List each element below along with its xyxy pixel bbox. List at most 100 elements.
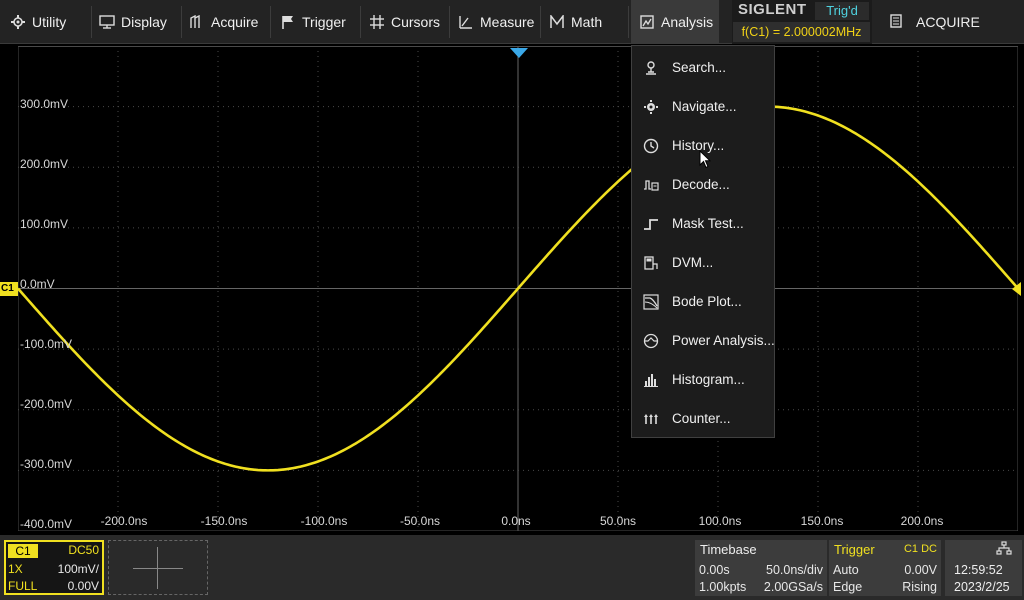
menu-measure-label: Measure bbox=[480, 14, 535, 30]
menu-analysis-label: Analysis bbox=[661, 14, 714, 30]
waveform-grid bbox=[18, 46, 1018, 531]
menu-item-dvm-label: DVM... bbox=[672, 255, 714, 270]
menu-utility-label: Utility bbox=[32, 14, 67, 30]
trigger-level: 0.00V bbox=[904, 563, 937, 577]
menu-math[interactable]: Math bbox=[549, 0, 625, 44]
x-label-50: 50.0ns bbox=[599, 514, 637, 528]
power-analysis-icon bbox=[642, 332, 660, 350]
acquire-icon bbox=[189, 14, 205, 30]
menu-math-label: Math bbox=[571, 14, 603, 30]
search-probe-icon bbox=[642, 59, 660, 77]
counter-icon bbox=[642, 410, 660, 428]
y-label-neg200: -200.0mV bbox=[20, 397, 73, 411]
trigger-mode: Auto bbox=[833, 563, 859, 577]
menu-acquire-label: Acquire bbox=[211, 14, 259, 30]
timebase-scale: 50.0ns/div bbox=[766, 563, 823, 577]
acquire-button[interactable]: ACQUIRE bbox=[890, 0, 980, 44]
menu-item-histogram-label: Histogram... bbox=[672, 372, 745, 387]
menu-item-navigate[interactable]: Navigate... bbox=[632, 87, 776, 126]
y-label-neg100: -100.0mV bbox=[20, 337, 73, 351]
menu-item-counter-label: Counter... bbox=[672, 411, 731, 426]
menu-item-power-analysis-label: Power Analysis... bbox=[672, 333, 775, 348]
monitor-icon bbox=[99, 14, 115, 30]
menu-item-search-label: Search... bbox=[672, 60, 727, 75]
x-label-neg50: -50.0ns bbox=[399, 514, 441, 528]
y-label-neg300: -300.0mV bbox=[20, 457, 73, 471]
menu-item-dvm[interactable]: DVM... bbox=[632, 243, 776, 282]
navigate-icon bbox=[642, 98, 660, 116]
menu-item-navigate-label: Navigate... bbox=[672, 99, 737, 114]
trigger-type: Edge bbox=[833, 580, 863, 594]
menu-analysis[interactable]: Analysis bbox=[631, 0, 719, 44]
dvm-icon bbox=[642, 254, 660, 272]
menu-trigger-label: Trigger bbox=[302, 14, 346, 30]
channel-1-coupling: DC50 bbox=[68, 543, 99, 557]
analysis-dropdown: Search... Navigate... History... Decode.… bbox=[631, 45, 775, 438]
y-label-200: 200.0mV bbox=[20, 157, 69, 171]
menu-trigger[interactable]: Trigger bbox=[280, 0, 362, 44]
menu-item-mask-test[interactable]: Mask Test... bbox=[632, 204, 776, 243]
menu-cursors[interactable]: Cursors bbox=[369, 0, 451, 44]
menu-cursors-label: Cursors bbox=[391, 14, 441, 30]
menu-item-bode-plot[interactable]: Bode Plot... bbox=[632, 282, 776, 321]
menu-item-decode-label: Decode... bbox=[672, 177, 730, 192]
x-label-neg200: -200.0ns bbox=[100, 514, 148, 528]
menu-measure[interactable]: Measure bbox=[458, 0, 540, 44]
cursors-icon bbox=[369, 14, 385, 30]
x-label-0: 0.0ns bbox=[501, 514, 531, 528]
trigger-level-marker[interactable] bbox=[1012, 282, 1021, 296]
network-icon bbox=[996, 541, 1012, 558]
clock-time: 12:59:52 bbox=[954, 563, 1003, 577]
channel-1-scale: 100mV/ bbox=[57, 562, 99, 576]
menu-item-search[interactable]: Search... bbox=[632, 48, 776, 87]
y-label-300: 300.0mV bbox=[20, 97, 69, 111]
timebase-sample-rate: 2.00GSa/s bbox=[763, 580, 823, 594]
trigger-status: Trig'd bbox=[815, 2, 869, 20]
menu-display[interactable]: Display bbox=[99, 0, 181, 44]
x-label-neg150: -150.0ns bbox=[200, 514, 248, 528]
y-label-neg400: -400.0mV bbox=[20, 517, 73, 531]
trigger-title: Trigger bbox=[834, 542, 875, 557]
memory-icon bbox=[890, 13, 902, 31]
timebase-panel[interactable]: Timebase 0.00s 50.0ns/div 1.00kpts 2.00G… bbox=[695, 540, 827, 596]
add-icon bbox=[157, 547, 158, 589]
mask-test-icon bbox=[642, 215, 660, 233]
trigger-panel[interactable]: Trigger C1 DC Auto 0.00V Edge Rising bbox=[829, 540, 941, 596]
channel-1-panel[interactable]: C1 DC50 1X 100mV/ FULL 0.00V bbox=[4, 540, 104, 595]
channel-1-offset-marker[interactable]: C1 bbox=[0, 282, 18, 296]
menu-utility[interactable]: Utility bbox=[6, 0, 92, 44]
menu-item-power-analysis[interactable]: Power Analysis... bbox=[632, 321, 776, 360]
decode-icon bbox=[642, 176, 660, 194]
timebase-memory: 1.00kpts bbox=[699, 580, 747, 594]
menu-item-bode-plot-label: Bode Plot... bbox=[672, 294, 742, 309]
clock-date: 2023/2/25 bbox=[954, 580, 1010, 594]
mouse-pointer-icon bbox=[699, 149, 712, 172]
menu-item-histogram[interactable]: Histogram... bbox=[632, 360, 776, 399]
y-label-100: 100.0mV bbox=[20, 217, 69, 231]
menu-item-mask-test-label: Mask Test... bbox=[672, 216, 744, 231]
flag-icon bbox=[280, 14, 296, 30]
waveform-display[interactable] bbox=[18, 46, 1018, 531]
channel-1-tag: C1 bbox=[8, 544, 38, 558]
x-label-150: 150.0ns bbox=[800, 514, 844, 528]
menu-display-label: Display bbox=[121, 14, 167, 30]
brand-logo: SIGLENT bbox=[738, 1, 807, 18]
histogram-icon bbox=[642, 371, 660, 389]
channel-1-offset: 0.00V bbox=[67, 579, 99, 593]
clock-panel: 12:59:52 2023/2/25 bbox=[945, 540, 1022, 596]
trigger-slope: Rising bbox=[902, 580, 937, 594]
menu-item-counter[interactable]: Counter... bbox=[632, 399, 776, 438]
menu-acquire[interactable]: Acquire bbox=[189, 0, 269, 44]
frequency-readout: f(C1) = 2.000002MHz bbox=[733, 22, 870, 42]
x-label-200: 200.0ns bbox=[900, 514, 944, 528]
math-icon bbox=[549, 14, 565, 30]
timebase-delay: 0.00s bbox=[699, 563, 730, 577]
trigger-channel: C1 DC bbox=[903, 543, 937, 555]
channel-1-bandwidth: FULL bbox=[8, 579, 38, 593]
trigger-position-marker[interactable] bbox=[510, 48, 528, 58]
acquire-label: ACQUIRE bbox=[916, 14, 980, 30]
add-icon bbox=[133, 568, 183, 569]
measure-icon bbox=[458, 14, 474, 30]
gear-icon bbox=[10, 14, 26, 30]
clock-icon bbox=[642, 137, 660, 155]
